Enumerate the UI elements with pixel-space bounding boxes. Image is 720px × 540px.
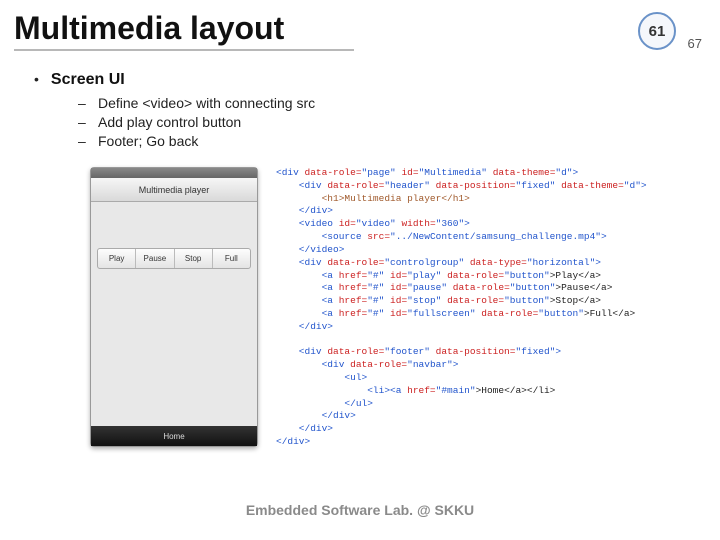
phone-footer: Home [91,426,257,446]
phone-header: Multimedia player [91,178,257,202]
phone-control-group: Play Pause Stop Full [97,248,251,269]
list-item: –Footer; Go back [78,133,720,149]
page-title: Multimedia layout [14,10,284,47]
stop-button[interactable]: Stop [175,249,213,268]
phone-body: Play Pause Stop Full [91,202,257,426]
phone-status-bar [91,168,257,178]
page-number-badge: 61 [638,12,676,50]
phone-mockup: Multimedia player Play Pause Stop Full H… [90,167,258,447]
page-total: 67 [688,36,702,51]
bullet-icon: • [34,71,39,87]
bullet-heading: Screen UI [51,71,125,89]
play-button[interactable]: Play [98,249,136,268]
list-item: –Define <video> with connecting src [78,95,720,111]
code-snippet: <div data-role="page" id="Multimedia" da… [276,167,647,449]
footer-lab: Embedded Software Lab. @ SKKU [0,502,720,518]
full-button[interactable]: Full [213,249,250,268]
list-item: –Add play control button [78,114,720,130]
pause-button[interactable]: Pause [136,249,174,268]
